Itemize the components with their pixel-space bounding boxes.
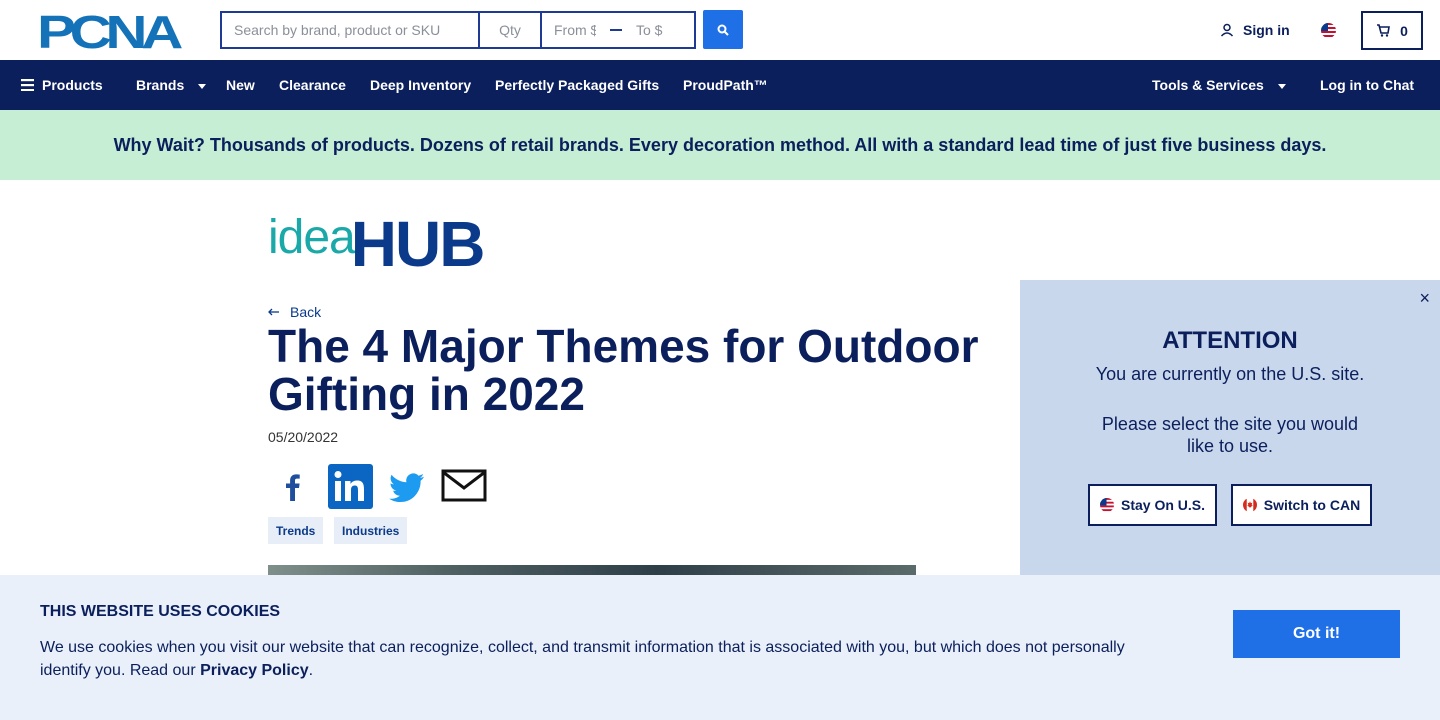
price-to-input[interactable] [624,13,690,47]
tag-trends[interactable]: Trends [268,517,324,544]
us-flag-icon[interactable] [1321,23,1336,38]
nav-log-in-to-chat[interactable]: Log in to Chat [1320,60,1414,110]
search-button[interactable] [703,10,743,49]
nav-perfectly-packaged-label: Perfectly Packaged Gifts [495,77,660,93]
nav-deep-inventory[interactable]: Deep Inventory [370,60,471,110]
price-dash [610,29,622,31]
header: PCNA Sign in [0,0,1440,60]
sign-in-label: Sign in [1243,22,1290,38]
email-icon[interactable] [441,464,487,508]
menu-icon [21,79,34,91]
sign-in-link[interactable]: Sign in [1220,22,1290,38]
tag-industries[interactable]: Industries [334,517,408,544]
ideahub-logo[interactable]: idea HUB [268,208,486,280]
search-group [220,11,696,49]
nav-products[interactable]: Products [21,60,103,110]
nav-tools-services[interactable]: Tools & Services [1152,60,1286,110]
user-icon [1220,23,1234,37]
chevron-down-icon [1277,83,1286,89]
cart-button[interactable]: 0 [1361,11,1423,50]
ideahub-hub-text: HUB [350,208,486,280]
nav-tools-services-label: Tools & Services [1152,77,1264,93]
cookie-title: THIS WEBSITE USES COOKIES [40,603,281,620]
nav-new-label: New [226,77,255,93]
logo-text: PCNA [37,12,182,50]
cookie-banner: THIS WEBSITE USES COOKIES We use cookies… [0,575,1440,720]
us-flag-icon [1099,498,1114,512]
cookie-text-end: . [308,662,314,679]
facebook-icon[interactable] [282,464,304,508]
arrow-left-icon [268,308,279,316]
dialog-select-site-text: Please select the site you would like to… [1101,414,1359,456]
promo-banner-text: Why Wait? Thousands of products. Dozens … [113,134,1327,155]
back-link[interactable]: Back [268,304,321,320]
back-label: Back [290,304,322,320]
nav-products-label: Products [42,77,103,93]
search-icon [717,24,729,36]
nav-brands[interactable]: Brands [136,60,207,110]
nav-proudpath[interactable]: ProudPath™ [683,60,768,110]
pcna-logo[interactable]: PCNA [37,12,184,50]
dialog-current-site-text: You are currently on the U.S. site. [1095,364,1365,384]
price-range [540,11,696,49]
nav-deep-inventory-label: Deep Inventory [370,77,472,93]
price-from-input[interactable] [542,13,608,47]
nav-proudpath-label: ProudPath™ [683,77,768,93]
nav-clearance[interactable]: Clearance [279,60,346,110]
cart-icon [1377,24,1391,37]
article-title: The 4 Major Themes for Outdoor Gifting i… [268,320,979,420]
nav-new[interactable]: New [226,60,255,110]
main-nav: Products Brands New Clearance Deep Inven… [0,60,1440,110]
chevron-down-icon [198,83,207,89]
nav-log-in-chat-label: Log in to Chat [1320,77,1415,93]
stay-on-us-button[interactable]: Stay On U.S. [1088,484,1217,526]
ideahub-idea-text: idea [268,211,356,264]
nav-brands-label: Brands [136,77,185,93]
switch-to-can-label: Switch to CAN [1263,497,1361,513]
got-it-button[interactable]: Got it! [1233,610,1400,658]
search-input[interactable] [220,11,478,49]
twitter-icon[interactable] [388,464,426,508]
dialog-title: ATTENTION [1162,327,1298,354]
close-icon[interactable]: × [1419,288,1430,309]
site-selection-dialog: × ATTENTION You are currently on the U.S… [1020,280,1440,580]
article-date: 05/20/2022 [268,429,339,445]
privacy-policy-link[interactable]: Privacy Policy [200,662,309,679]
cart-count: 0 [1400,22,1408,39]
stay-on-us-label: Stay On U.S. [1120,497,1206,513]
qty-input[interactable] [478,11,540,49]
cookie-message: We use cookies when you visit our websit… [40,636,1160,682]
canada-flag-icon [1242,498,1257,512]
promo-banner: Why Wait? Thousands of products. Dozens … [0,110,1440,180]
switch-to-can-button[interactable]: Switch to CAN [1231,484,1372,526]
nav-clearance-label: Clearance [279,77,346,93]
nav-perfectly-packaged-gifts[interactable]: Perfectly Packaged Gifts [495,60,659,110]
linkedin-icon[interactable] [328,464,373,509]
